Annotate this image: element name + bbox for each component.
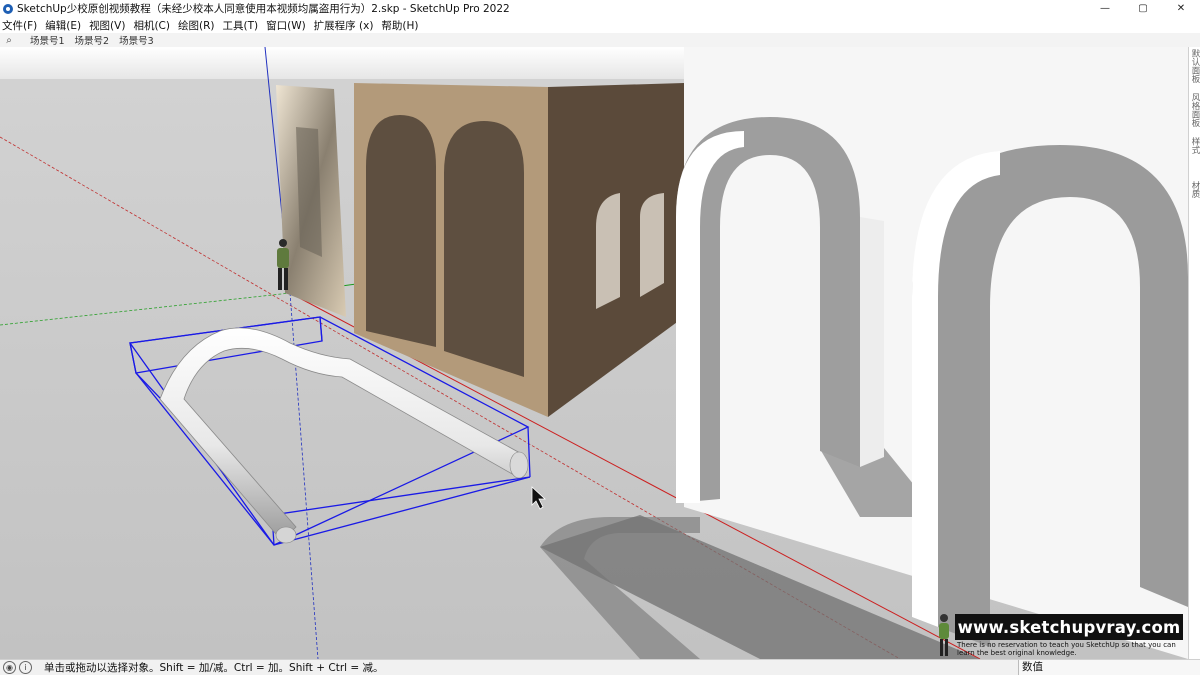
measurements-box[interactable]: 数值	[1018, 660, 1200, 675]
window-controls: — ▢ ✕	[1086, 0, 1200, 17]
3d-viewport[interactable]	[0, 47, 1188, 659]
status-bar: ◉ i 单击或拖动以选择对象。Shift = 加/减。Ctrl = 加。Shif…	[0, 659, 1200, 675]
tan-wall-arch-opening-2	[444, 121, 524, 377]
tray-tab-style[interactable]: 风格面板	[1189, 93, 1200, 133]
side-wall-opening-1	[596, 193, 620, 309]
location-icon[interactable]: ◉	[3, 661, 16, 674]
menu-file[interactable]: 文件(F)	[0, 18, 43, 33]
scene-tab-1[interactable]: 场景号1	[30, 33, 65, 47]
status-message: 单击或拖动以选择对象。Shift = 加/减。Ctrl = 加。Shift + …	[44, 662, 384, 674]
watermark-subtext: There is no reservation to teach you Ske…	[957, 641, 1176, 657]
menu-edit[interactable]: 编辑(E)	[43, 18, 87, 33]
menu-view[interactable]: 视图(V)	[87, 18, 131, 33]
scene-tab-2[interactable]: 场景号2	[75, 33, 110, 47]
window-title: SketchUp少校原创视频教程（未经少校本人同意使用本视频均属盗用行为）2.s…	[17, 3, 510, 15]
menu-bar: 文件(F) 编辑(E) 视图(V) 相机(C) 绘图(R) 工具(T) 窗口(W…	[0, 17, 1200, 33]
tan-wall-arch-opening-1	[366, 115, 436, 347]
scene-tab-3[interactable]: 场景号3	[119, 33, 154, 47]
info-icon[interactable]: i	[19, 661, 32, 674]
tray-tab-default[interactable]: 默认面板	[1189, 49, 1200, 89]
tray-tab-materials[interactable]: 材质	[1189, 181, 1200, 221]
title-bar: SketchUp少校原创视频教程（未经少校本人同意使用本视频均属盗用行为）2.s…	[0, 0, 1200, 17]
menu-help[interactable]: 帮助(H)	[379, 18, 424, 33]
scene-tabs-bar: ⌕ 场景号1 场景号2 场景号3	[0, 33, 1200, 48]
menu-camera[interactable]: 相机(C)	[131, 18, 176, 33]
menu-window[interactable]: 窗口(W)	[264, 18, 312, 33]
menu-extensions[interactable]: 扩展程序 (x)	[312, 18, 380, 33]
watermark: www.sketchupvray.com There is no reserva…	[955, 612, 1185, 658]
tray-tab-styles[interactable]: 样式	[1189, 137, 1200, 177]
side-wall-opening-2	[640, 193, 664, 297]
white-arch-1-edge	[860, 217, 884, 467]
menu-draw[interactable]: 绘图(R)	[176, 18, 221, 33]
watermark-figure-icon	[935, 612, 953, 658]
minimize-button[interactable]: —	[1086, 0, 1124, 17]
menu-tools[interactable]: 工具(T)	[220, 18, 264, 33]
hallway-depth	[296, 127, 322, 257]
search-icon[interactable]: ⌕	[2, 35, 16, 46]
maximize-button[interactable]: ▢	[1124, 0, 1162, 17]
tray-panel: 默认面板 风格面板 样式 材质	[1188, 47, 1200, 659]
sketchup-logo-icon	[3, 3, 13, 14]
watermark-url: www.sketchupvray.com	[955, 614, 1183, 640]
close-button[interactable]: ✕	[1162, 0, 1200, 17]
